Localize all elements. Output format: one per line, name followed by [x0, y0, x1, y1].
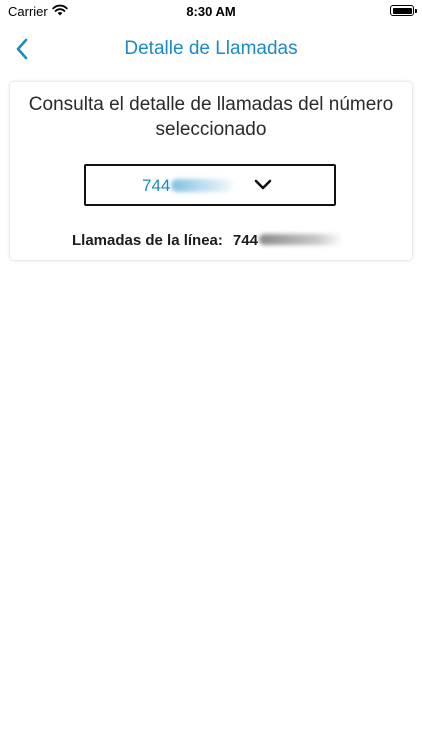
obscured-digits [171, 179, 234, 192]
page-title: Detalle de Llamadas [124, 38, 298, 59]
battery-icon [390, 5, 417, 16]
line-number-visible: 744 [232, 232, 258, 249]
number-selector[interactable]: 744 [84, 164, 336, 206]
navigation-bar: Detalle de Llamadas [0, 24, 422, 74]
chevron-down-icon [254, 179, 272, 190]
selected-number: 744 [142, 176, 234, 196]
card-description: Consulta el detalle de llamadas del núme… [28, 94, 394, 140]
status-bar: Carrier 8:30 AM [0, 0, 422, 24]
line-info: Llamadas de la línea: 744 [72, 232, 343, 249]
obscured-line-digits [258, 234, 343, 245]
status-time: 8:30 AM [186, 4, 236, 19]
call-detail-card: Consulta el detalle de llamadas del núme… [10, 82, 412, 260]
selected-number-visible: 744 [142, 176, 171, 195]
line-label: Llamadas de la línea: [72, 232, 223, 249]
line-number: 744 [233, 232, 343, 249]
